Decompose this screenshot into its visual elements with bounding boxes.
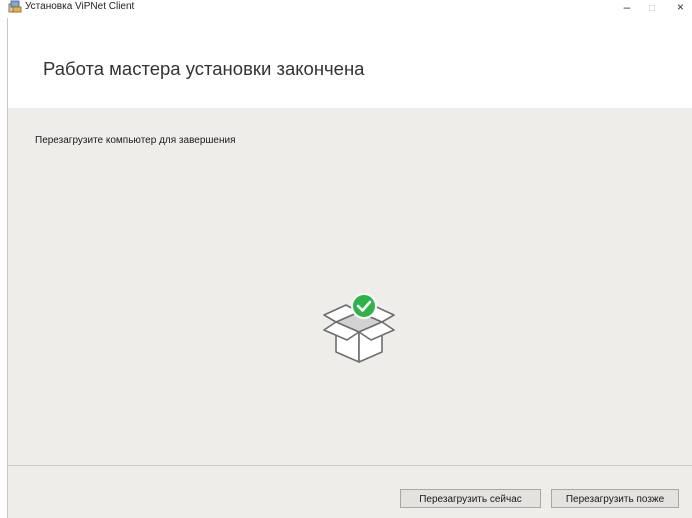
- title-bar[interactable]: Установка ViPNet Client – □ ×: [0, 0, 692, 18]
- wizard-content: Перезагрузите компьютер для завершения: [8, 108, 692, 465]
- window-title: Установка ViPNet Client: [25, 1, 135, 12]
- page-title: Работа мастера установки закончена: [43, 58, 365, 79]
- installer-app-icon: [8, 0, 22, 13]
- wizard-header: Работа мастера установки закончена: [8, 18, 692, 108]
- restart-message: Перезагрузите компьютер для завершения: [35, 135, 236, 146]
- restart-later-button[interactable]: Перезагрузить позже: [551, 489, 679, 508]
- installer-window: Установка ViPNet Client – □ × Работа мас…: [0, 0, 692, 518]
- wizard-footer: Перезагрузить сейчас Перезагрузить позже: [8, 466, 692, 518]
- close-button[interactable]: ×: [669, 0, 692, 16]
- restart-now-button[interactable]: Перезагрузить сейчас: [400, 489, 541, 508]
- open-box-checkmark-icon: [323, 293, 395, 363]
- maximize-button[interactable]: □: [637, 0, 667, 16]
